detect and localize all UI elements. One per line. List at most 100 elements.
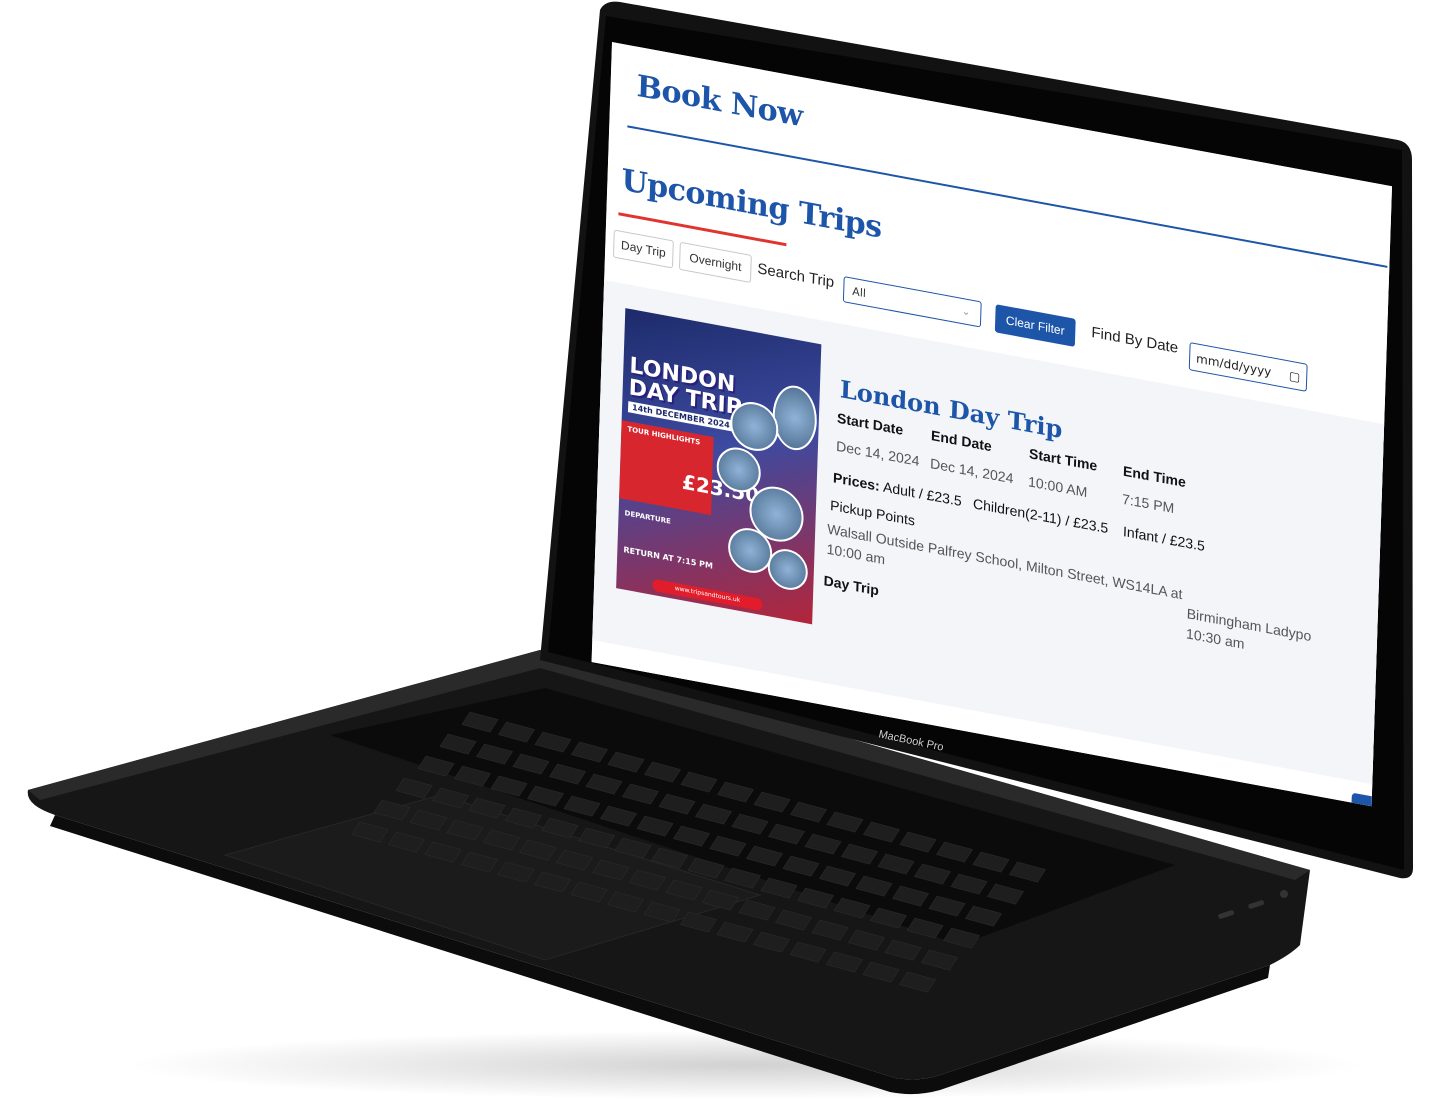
keyboard-key xyxy=(534,731,572,753)
keyboard-key xyxy=(578,827,615,849)
keyboard-key xyxy=(899,831,937,853)
keyboard-key xyxy=(570,881,608,903)
keyboard-key xyxy=(607,891,644,913)
find-by-date-label: Find By Date xyxy=(1091,323,1179,357)
chevron-down-icon: ⌄ xyxy=(961,305,971,319)
keyboard-key xyxy=(585,773,623,795)
keyboard-key xyxy=(534,871,571,893)
keyboard-key xyxy=(768,823,805,845)
keyboard-key xyxy=(461,711,499,733)
keyboard-key xyxy=(899,971,936,993)
search-trip-select[interactable]: All ⌄ xyxy=(842,276,982,328)
laptop-mockup: MacBook Pro Book Now Upcoming Trips Day … xyxy=(0,0,1429,1100)
keyboard-key xyxy=(505,807,542,829)
book-now-heading: Book Now xyxy=(636,68,804,135)
keyboard-key xyxy=(461,851,498,873)
keyboard-key xyxy=(454,765,491,787)
keyboard-key xyxy=(826,811,864,833)
keyboard-key xyxy=(914,863,951,885)
keyboard-key xyxy=(600,805,637,827)
keyboard-key xyxy=(541,817,579,839)
date-placeholder: mm/dd/yyyy xyxy=(1195,351,1272,380)
keyboard-key xyxy=(476,743,513,765)
keyboard-key xyxy=(424,841,462,863)
keyboard-key xyxy=(928,895,966,917)
keyboard-key xyxy=(884,939,922,961)
calendar-icon: ▢ xyxy=(1288,368,1301,385)
keyboard-key xyxy=(709,835,747,857)
keyboard-key xyxy=(658,793,696,815)
keyboard-key xyxy=(921,949,958,971)
keyboard-key xyxy=(950,873,988,895)
keyboard-key xyxy=(395,777,433,799)
keyboard-key xyxy=(644,761,681,783)
keyboard-key xyxy=(972,851,1010,873)
keyboard-key xyxy=(753,791,791,813)
keyboard-key xyxy=(629,869,666,891)
keyboard-key xyxy=(527,785,564,807)
keyboard-key xyxy=(936,841,973,863)
keyboard-key xyxy=(724,867,761,889)
keyboard-key xyxy=(490,775,528,797)
keyboard-key xyxy=(673,825,710,847)
keyboard-key xyxy=(410,809,447,831)
keyboard-key xyxy=(622,783,659,805)
keyboard-key xyxy=(987,883,1024,905)
keyboard-key xyxy=(636,815,674,837)
poster-photo-circle xyxy=(771,381,818,454)
trip-poster-image[interactable]: LONDON DAY TRIP 14th DECEMBER 2024 TOUR … xyxy=(616,308,822,625)
keyboard-key xyxy=(862,961,900,983)
keyboard-key xyxy=(760,877,798,899)
date-input[interactable]: mm/dd/yyyy ▢ xyxy=(1188,342,1308,392)
keyboard-key xyxy=(563,795,601,817)
keyboard-key xyxy=(892,885,929,907)
keyboard-key xyxy=(717,781,754,803)
search-select-value: All xyxy=(852,284,867,301)
keyboard-key xyxy=(877,853,915,875)
keyboard-key xyxy=(863,821,900,843)
keyboard-key xyxy=(826,951,863,973)
keyboard-key xyxy=(848,929,885,951)
keyboard-key xyxy=(833,897,871,919)
keyboard-key xyxy=(665,879,703,901)
keyboard-key xyxy=(556,849,593,871)
keyboard-key xyxy=(432,787,469,809)
keyboard-key xyxy=(439,733,477,755)
keyboard-key xyxy=(388,831,425,853)
poster-return-label: RETURN AT 7:15 PM xyxy=(623,545,714,571)
keyboard-key xyxy=(643,901,681,923)
keyboard-key xyxy=(651,847,688,869)
keyboard-key xyxy=(549,763,586,785)
poster-photo-circle xyxy=(729,398,780,455)
keyboard-key xyxy=(571,741,608,763)
keyboard-key xyxy=(512,753,550,775)
clear-filter-button[interactable]: Clear Filter xyxy=(994,304,1076,347)
keyboard-key xyxy=(965,905,1002,927)
poster-departure-label: DEPARTURE xyxy=(624,509,671,526)
keyboard-key xyxy=(855,875,893,897)
keyboard-key xyxy=(811,919,849,941)
keyboard-key xyxy=(1009,861,1046,883)
keyboard-key xyxy=(687,857,725,879)
keyboard-key xyxy=(351,821,389,843)
keyboard-key xyxy=(680,911,717,933)
keyboard-key xyxy=(753,931,790,953)
overnight-filter-chip[interactable]: Overnight xyxy=(678,241,752,284)
keyboard-key xyxy=(695,803,732,825)
keyboard-key xyxy=(804,833,842,855)
keyboard-key xyxy=(497,861,535,883)
keyboard-key xyxy=(446,819,484,841)
keyboard-key xyxy=(790,801,827,823)
keyboard-key xyxy=(906,917,944,939)
keyboard-key xyxy=(373,799,411,821)
keyboard-key xyxy=(775,909,812,931)
day-trip-filter-chip[interactable]: Day Trip xyxy=(612,229,674,269)
keyboard-key xyxy=(819,865,856,887)
keyboard-key xyxy=(498,721,535,743)
keyboard-key xyxy=(746,845,783,867)
keyboard-key xyxy=(738,899,776,921)
keyboard-key xyxy=(519,839,557,861)
keyboard-key xyxy=(943,927,980,949)
keyboard-key xyxy=(417,755,455,777)
keyboard-key xyxy=(782,855,820,877)
